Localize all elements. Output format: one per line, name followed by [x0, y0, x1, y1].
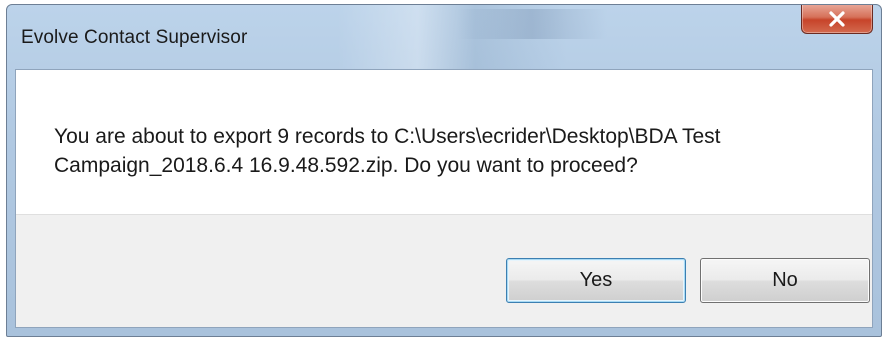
dialog-message: You are about to export 9 records to C:\…: [54, 125, 721, 177]
dialog-body: You are about to export 9 records to C:\…: [15, 69, 873, 328]
dialog-title: Evolve Contact Supervisor: [21, 27, 248, 48]
close-button[interactable]: [801, 5, 873, 34]
frame-glass-shadow: [457, 9, 607, 39]
close-x-icon: [828, 10, 846, 27]
frame-glass-highlight: [337, 5, 567, 71]
dialog-window: Evolve Contact Supervisor You are about …: [6, 4, 882, 337]
yes-button[interactable]: Yes: [506, 258, 686, 303]
no-button[interactable]: No: [700, 258, 870, 303]
button-bar: Yes No: [16, 214, 872, 327]
